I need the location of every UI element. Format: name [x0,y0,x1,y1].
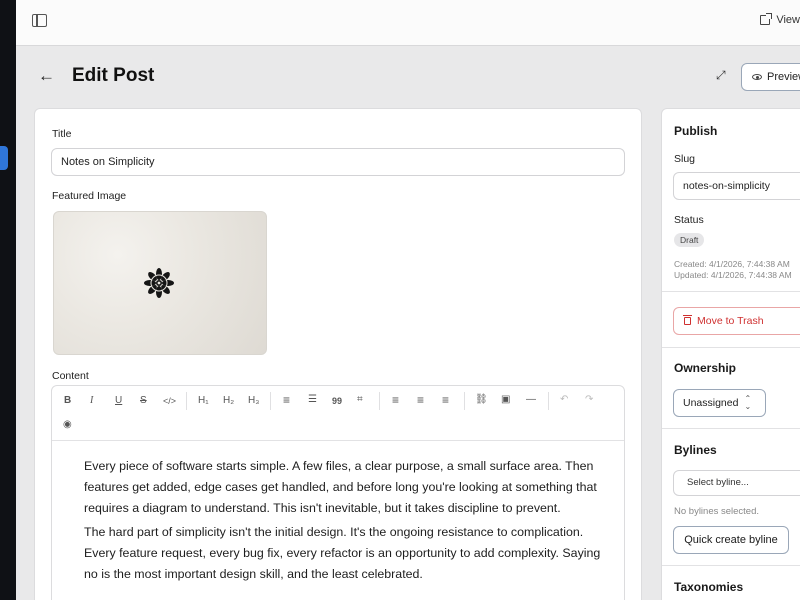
toolbar-divider [464,392,465,410]
page-header: ← Edit Post ⤢ Preview [16,46,800,108]
bold-icon[interactable]: B [64,395,71,407]
move-to-trash-label: Move to Trash [697,315,764,327]
redo-icon[interactable]: ↷ [585,394,593,406]
flower-mandala-icon [144,268,174,298]
trash-icon [683,315,692,325]
content-paragraph: The hard part of simplicity isn't the in… [84,525,601,581]
featured-image[interactable] [53,211,267,355]
eye-icon [752,74,762,80]
title-label: Title [52,128,72,140]
preview-button[interactable]: Preview [741,63,800,91]
taxonomies-section-title: Taxonomies [674,580,744,594]
section-divider [662,347,800,348]
ownership-select[interactable]: Unassigned ⌃ ⌄ [673,389,766,417]
publish-section-title: Publish [674,124,718,138]
app-sidebar-rail [0,0,16,600]
section-divider [662,565,800,566]
code-icon[interactable]: </> [163,395,176,407]
byline-select[interactable]: Select byline... [673,470,800,496]
chevron-up-down-icon: ⌃ ⌄ [744,394,752,411]
slug-label: Slug [674,153,696,165]
active-nav-indicator[interactable] [0,146,8,170]
ownership-value: Unassigned [683,397,739,409]
view-site-label: View [776,14,800,26]
page-title: Edit Post [72,65,155,86]
align-center-icon[interactable]: ≡ [417,394,424,406]
external-link-icon [760,13,773,25]
ownership-section-title: Ownership [674,361,737,375]
section-divider [662,428,800,429]
post-editor-card: Title Notes on Simplicity Featured Image… [34,108,642,600]
undo-icon[interactable]: ↶ [560,394,568,406]
featured-image-label: Featured Image [52,190,127,202]
link-icon[interactable]: ⛓ [475,394,488,406]
strikethrough-icon[interactable]: S [140,395,147,407]
top-bar: View [16,0,800,46]
status-badge: Draft [674,233,705,247]
preview-label: Preview [767,71,800,83]
editor-toolbar: B I U S </> H₁ H₂ H₃ ≡ ☰ 99 ⌗ ≡ ≡ ≡ ⛓ ▣ … [52,386,624,441]
content-paragraph: Every piece of software starts simple. A… [84,459,597,515]
toolbar-divider [186,392,187,410]
bullet-list-icon[interactable]: ≡ [283,394,290,406]
blockquote-icon[interactable]: 99 [332,395,342,407]
quick-create-byline-button[interactable]: Quick create byline [673,526,789,554]
heading-1-icon[interactable]: H₁ [198,395,209,407]
status-label: Status [674,214,704,226]
heading-3-icon[interactable]: H₃ [248,395,259,407]
horizontal-rule-icon[interactable]: — [526,394,536,406]
align-left-icon[interactable]: ≡ [392,394,399,406]
quick-create-byline-label: Quick create byline [684,534,778,546]
image-icon[interactable]: ▣ [501,394,510,406]
expand-icon[interactable]: ⤢ [716,68,726,83]
title-input[interactable]: Notes on Simplicity [51,148,625,176]
heading-2-icon[interactable]: H₂ [223,395,234,407]
bylines-empty-text: No bylines selected. [674,506,760,517]
settings-side-panel: Publish Slug notes-on-simplicity Status … [661,108,800,600]
view-site-link[interactable]: View [760,13,800,26]
back-arrow-icon[interactable]: ← [38,67,55,84]
slug-input[interactable]: notes-on-simplicity [673,172,800,200]
updated-timestamp: Updated: 4/1/2026, 7:44:38 AM [674,270,792,280]
toolbar-divider [548,392,549,410]
sidebar-toggle-icon[interactable] [32,14,47,27]
move-to-trash-button[interactable]: Move to Trash [673,307,800,335]
section-divider [662,291,800,292]
italic-icon[interactable]: I [90,395,93,407]
ordered-list-icon[interactable]: ☰ [308,394,317,406]
content-label: Content [52,370,89,382]
underline-icon[interactable]: U [115,395,122,407]
rich-text-editor: B I U S </> H₁ H₂ H₃ ≡ ☰ 99 ⌗ ≡ ≡ ≡ ⛓ ▣ … [51,385,625,600]
created-timestamp: Created: 4/1/2026, 7:44:38 AM [674,259,790,269]
editor-content[interactable]: Every piece of software starts simple. A… [84,456,614,585]
bylines-section-title: Bylines [674,443,717,457]
code-block-icon[interactable]: ⌗ [357,394,363,406]
preview-toggle-icon[interactable]: ◉ [63,419,72,431]
align-right-icon[interactable]: ≡ [442,394,449,406]
toolbar-divider [270,392,271,410]
toolbar-divider [379,392,380,410]
